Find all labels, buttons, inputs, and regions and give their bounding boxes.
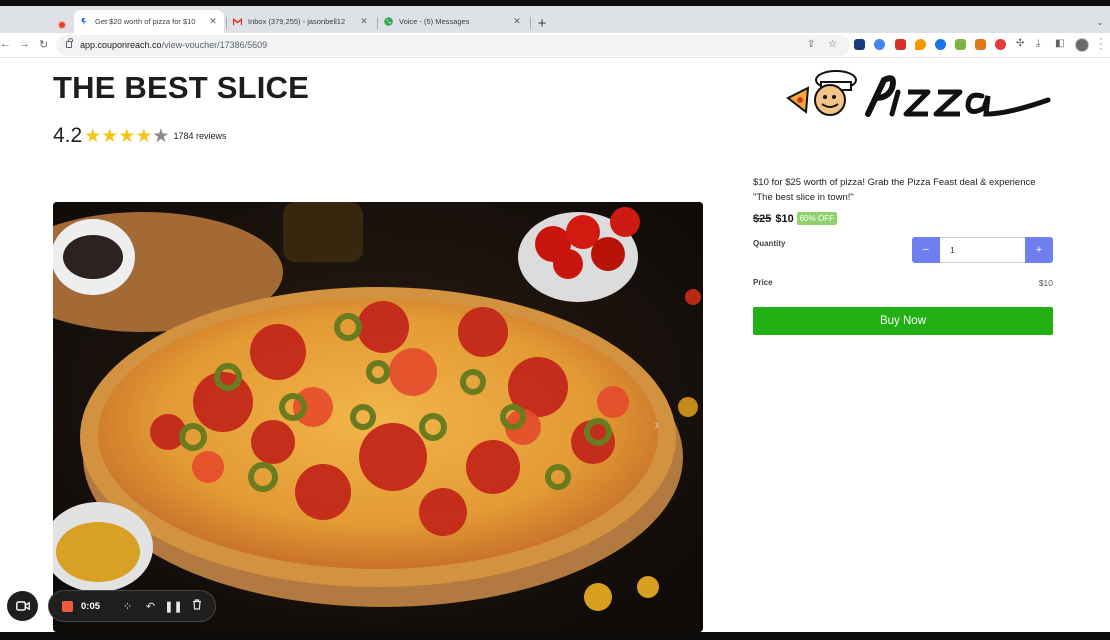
browser-toolbar: ← → ↻ app.couponreach.co/view-voucher/17…: [0, 33, 1110, 58]
review-count: 1784 reviews: [173, 131, 227, 141]
close-tab-icon[interactable]: ✕: [208, 16, 218, 27]
reload-icon[interactable]: ↻: [39, 38, 48, 51]
star-icon: ★: [118, 125, 136, 147]
url-path: /view-voucher/17386/5609: [161, 40, 268, 50]
url-text: app.couponreach.co/view-voucher/17386/56…: [80, 40, 267, 50]
increment-button[interactable]: +: [1025, 237, 1053, 263]
price-label: Price: [753, 278, 773, 287]
couponreach-favicon-icon: [80, 17, 89, 26]
camera-icon: [15, 601, 30, 611]
tab-title: Inbox (379,255) - jasonbell12: [248, 17, 346, 26]
price-row: $25 $10 60% OFF: [753, 212, 837, 225]
undo-icon[interactable]: ↶: [139, 600, 162, 613]
browser-tab-bar: Get $20 worth of pizza for $10 ✕ Inbox (…: [0, 6, 1110, 33]
close-tab-icon[interactable]: ✕: [512, 16, 522, 27]
tab-title: Voice - (5) Messages: [399, 17, 470, 26]
pause-icon[interactable]: ❚❚: [162, 600, 185, 613]
extension-metamask-icon[interactable]: [975, 39, 986, 50]
tab-title: Get $20 worth of pizza for $10: [95, 17, 196, 26]
original-price: $25: [753, 212, 772, 225]
recording-indicator-icon: [58, 21, 66, 29]
tab-search-chevron-icon[interactable]: ⌄: [1096, 17, 1104, 28]
tab-gmail[interactable]: Inbox (379,255) - jasonbell12 ✕: [227, 10, 375, 33]
quantity-stepper: − +: [912, 237, 1053, 263]
extension-red-icon[interactable]: [995, 39, 1006, 50]
extension-circle-icon[interactable]: [874, 39, 885, 50]
camera-toggle-button[interactable]: [7, 591, 38, 621]
extensions-puzzle-icon[interactable]: ✣: [1016, 38, 1024, 49]
trash-icon[interactable]: [185, 599, 208, 613]
downloads-icon[interactable]: ⤓: [1036, 38, 1040, 49]
profile-avatar[interactable]: [1075, 38, 1089, 52]
lock-icon[interactable]: [66, 38, 73, 48]
voice-phone-icon: [384, 17, 393, 26]
address-bar[interactable]: app.couponreach.co/view-voucher/17386/56…: [56, 35, 850, 56]
browser-menu-icon[interactable]: · · ·: [1098, 34, 1104, 55]
side-panel-icon[interactable]: ◧: [1055, 38, 1064, 49]
star-rating: ★ ★ ★ ★ ★: [84, 127, 169, 146]
price-value: $10: [1038, 278, 1053, 288]
tab-coupon[interactable]: Get $20 worth of pizza for $10 ✕: [74, 10, 224, 33]
extension-media-icon[interactable]: [854, 39, 865, 50]
close-tab-icon[interactable]: ✕: [359, 16, 369, 27]
pizza-logo: [778, 70, 1052, 122]
deal-price: $10: [775, 212, 794, 225]
page-title: THE BEST SLICE: [53, 70, 309, 105]
grid-drag-icon[interactable]: ⁘: [116, 600, 139, 613]
new-tab-button[interactable]: +: [534, 15, 550, 32]
extension-gear-icon[interactable]: [935, 39, 946, 50]
rating-value: 4.2: [53, 124, 83, 147]
share-icon[interactable]: ⇪: [807, 39, 815, 50]
deal-description: $10 for $25 worth of pizza! Grab the Piz…: [753, 177, 1036, 203]
stop-recording-button[interactable]: [62, 600, 73, 612]
tab-voice[interactable]: Voice - (5) Messages ✕: [378, 10, 528, 33]
url-host: app.couponreach.co: [80, 40, 162, 50]
tab-divider: [530, 17, 531, 29]
star-icon: ★: [101, 125, 119, 147]
recording-timer: 0:05: [81, 600, 101, 612]
gmail-icon: [233, 17, 242, 26]
star-icon: ★: [84, 125, 102, 147]
window-bottom-edge: [0, 632, 1110, 640]
carousel-next-icon[interactable]: ›: [654, 416, 659, 432]
buy-now-button[interactable]: Buy Now: [753, 307, 1053, 335]
recorder-controls: 0:05 ⁘ ↶ ❚❚: [48, 590, 216, 622]
quantity-input[interactable]: [940, 237, 1025, 263]
extension-rocket-icon[interactable]: [915, 39, 926, 50]
star-icon: ★: [135, 125, 153, 147]
forward-icon[interactable]: →: [19, 38, 30, 50]
pizza-product-image: ›: [53, 202, 703, 632]
discount-badge: 60% OFF: [796, 212, 837, 225]
extension-youtube-icon[interactable]: [895, 39, 906, 50]
star-icon: ★: [152, 125, 170, 147]
decrement-button[interactable]: −: [912, 237, 940, 263]
bookmark-star-icon[interactable]: ☆: [828, 39, 837, 50]
back-icon[interactable]: ←: [0, 38, 11, 50]
quantity-label: Quantity: [753, 239, 786, 248]
rating-row: 4.2 ★ ★ ★ ★ ★ 1784 reviews: [53, 124, 226, 148]
extension-shield-icon[interactable]: [955, 39, 966, 50]
